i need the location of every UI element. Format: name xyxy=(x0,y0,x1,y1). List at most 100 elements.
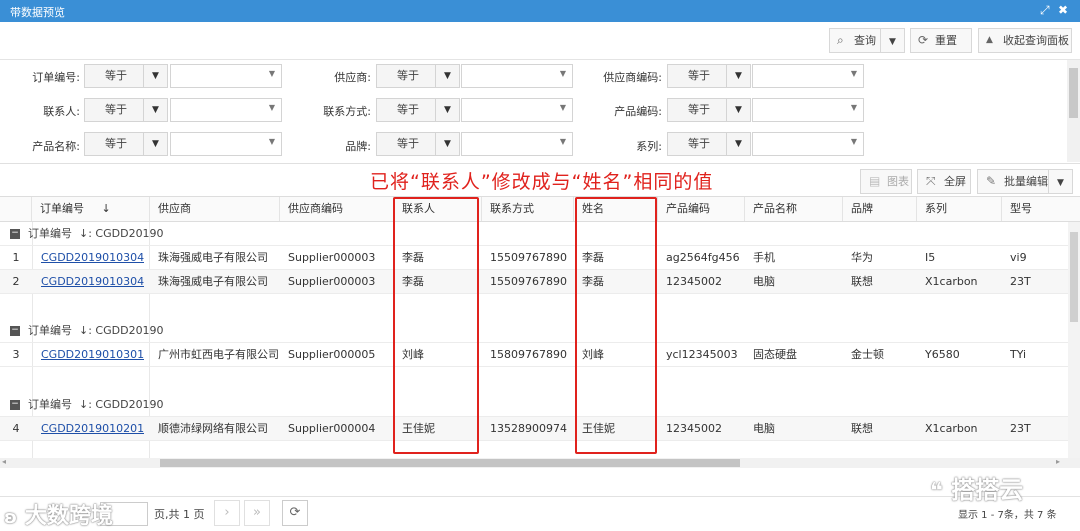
cell-brand: 金士顿 xyxy=(851,348,884,361)
fullscreen-label: 全屏 xyxy=(944,175,966,188)
chart-button[interactable]: ▤ 图表 xyxy=(860,169,912,194)
sort-desc-icon: ↓ xyxy=(101,202,111,215)
scroll-left-icon[interactable]: ◂ xyxy=(2,457,6,466)
filter-op-order[interactable]: 等于 ▼ xyxy=(84,64,168,88)
order-link-text[interactable]: CGDD2019010301 xyxy=(41,348,144,361)
collapse-icon[interactable]: − xyxy=(10,400,20,410)
filter-op-supplier-code[interactable]: 等于 ▼ xyxy=(667,64,751,88)
batch-edit-label: 批量编辑 xyxy=(1004,175,1048,188)
col-header-product-name[interactable]: 产品名称 xyxy=(745,197,843,221)
col-header-supplier[interactable]: 供应商 xyxy=(150,197,280,221)
order-link-text[interactable]: CGDD2019010304 xyxy=(41,251,144,264)
table-row[interactable]: 3 CGDD2019010301 广州市虹西电子有限公司 Supplier000… xyxy=(0,343,1068,367)
col-header-phone[interactable]: 联系方式 xyxy=(482,197,574,221)
col-header-model[interactable]: 型号 xyxy=(1002,197,1068,221)
batch-edit-dropdown-button[interactable]: ▼ xyxy=(1048,169,1073,194)
collapse-icon[interactable]: − xyxy=(10,326,20,336)
group-row[interactable]: − 订单编号 ↓: CGDD20190 xyxy=(0,319,1068,343)
reset-button[interactable]: ⟳ 重置 xyxy=(910,28,972,53)
filter-value-brand[interactable]: ▼ xyxy=(461,132,573,156)
cell-product-name: 电脑 xyxy=(753,422,775,435)
collapse-icon[interactable]: − xyxy=(10,229,20,239)
group-row[interactable]: − 订单编号 ↓: CGDD20190 xyxy=(0,393,1068,417)
fullscreen-button[interactable]: ⤧ 全屏 xyxy=(917,169,971,194)
next-page-button[interactable]: › xyxy=(214,500,240,526)
maximize-icon[interactable]: ⤢ xyxy=(1040,3,1050,18)
group-label: 订单编号 ↓: CGDD20190 xyxy=(28,393,164,417)
cell-brand: 华为 xyxy=(851,251,873,264)
cell-supplier-code: Supplier000003 xyxy=(288,251,376,264)
filter-op-value: 等于 xyxy=(397,103,419,116)
grid-horizontal-scrollbar[interactable]: ◂ ▸ xyxy=(0,457,1080,468)
filter-op-supplier[interactable]: 等于 ▼ xyxy=(376,64,460,88)
order-link[interactable]: CGDD2019010201 xyxy=(41,417,144,441)
collapse-panel-button[interactable]: ▲ 收起查询面板 xyxy=(978,28,1072,53)
filter-value-contact[interactable]: ▼ xyxy=(170,98,282,122)
edit-icon: ✎ xyxy=(986,174,997,188)
order-link[interactable]: CGDD2019010304 xyxy=(41,270,144,294)
order-link-text[interactable]: CGDD2019010201 xyxy=(41,422,144,435)
filter-op-series[interactable]: 等于 ▼ xyxy=(667,132,751,156)
watermark-left: ʚ 大数跨境 xyxy=(4,498,113,530)
last-page-button[interactable]: » xyxy=(244,500,270,526)
filter-value-series[interactable]: ▼ xyxy=(752,132,864,156)
refresh-button[interactable]: ⟳ xyxy=(282,500,308,526)
caret-down-icon: ▼ xyxy=(559,103,566,112)
caret-down-icon: ▼ xyxy=(559,137,566,146)
chart-label: 图表 xyxy=(887,175,909,188)
filter-value-phone[interactable]: ▼ xyxy=(461,98,573,122)
grid-vertical-scrollbar[interactable] xyxy=(1068,222,1080,458)
batch-edit-button[interactable]: ✎ 批量编辑 xyxy=(977,169,1049,194)
filter-op-phone[interactable]: 等于 ▼ xyxy=(376,98,460,122)
col-header-supplier-code[interactable]: 供应商编码 xyxy=(280,197,394,221)
refresh-icon: ⟳ xyxy=(289,505,301,520)
col-header-brand[interactable]: 品牌 xyxy=(843,197,917,221)
cell-supplier: 珠海强威电子有限公司 xyxy=(158,275,268,288)
query-dropdown-button[interactable]: ▼ xyxy=(880,28,905,53)
row-number: 1 xyxy=(12,251,20,264)
table-row[interactable]: 2 CGDD2019010304 珠海强威电子有限公司 Supplier0000… xyxy=(0,270,1068,294)
chevron-up-icon: ▲ xyxy=(986,35,993,45)
filter-op-value: 等于 xyxy=(688,137,710,150)
filter-value-supplier[interactable]: ▼ xyxy=(461,64,573,88)
filter-value-supplier-code[interactable]: ▼ xyxy=(752,64,864,88)
cell-model: vi9 xyxy=(1010,251,1027,264)
cell-series: I5 xyxy=(925,251,936,264)
col-header-series[interactable]: 系列 xyxy=(917,197,1002,221)
filter-op-brand[interactable]: 等于 ▼ xyxy=(376,132,460,156)
col-header-order[interactable]: 订单编号 ↓ xyxy=(32,197,150,221)
group-row[interactable]: − 订单编号 ↓: CGDD20190 xyxy=(0,222,1068,246)
scroll-right-icon[interactable]: ▸ xyxy=(1056,457,1060,466)
scrollbar-thumb[interactable] xyxy=(160,459,740,467)
filter-form: 订单编号: 等于 ▼ ▼ 供应商: 等于 ▼ ▼ 供应商编码: 等于 ▼ ▼ 联系人:… xyxy=(0,60,1067,162)
filter-value-order[interactable]: ▼ xyxy=(170,64,282,88)
cell-supplier-code: Supplier000003 xyxy=(288,275,376,288)
cell-series: Y6580 xyxy=(925,348,960,361)
col-header-product-code[interactable]: 产品编码 xyxy=(658,197,745,221)
table-row[interactable]: 1 CGDD2019010304 珠海强威电子有限公司 Supplier0000… xyxy=(0,246,1068,270)
cell-series: X1carbon xyxy=(925,422,978,435)
cell-brand: 联想 xyxy=(851,422,873,435)
filter-scrollbar[interactable] xyxy=(1067,60,1080,162)
caret-down-icon: ▼ xyxy=(726,99,750,121)
filter-value-product-code[interactable]: ▼ xyxy=(752,98,864,122)
filter-op-contact[interactable]: 等于 ▼ xyxy=(84,98,168,122)
scrollbar-thumb[interactable] xyxy=(1069,68,1078,118)
contact-column-highlight xyxy=(393,197,479,454)
cell-supplier-code: Supplier000005 xyxy=(288,348,376,361)
filter-op-product-name[interactable]: 等于 ▼ xyxy=(84,132,168,156)
table-row[interactable]: 4 CGDD2019010201 顺德沛绿网络有限公司 Supplier0000… xyxy=(0,417,1068,441)
order-link[interactable]: CGDD2019010304 xyxy=(41,246,144,270)
cell-model: 23T xyxy=(1010,422,1031,435)
caret-down-icon: ▼ xyxy=(268,103,275,112)
filter-op-product-code[interactable]: 等于 ▼ xyxy=(667,98,751,122)
filter-value-product-name[interactable]: ▼ xyxy=(170,132,282,156)
grid-header: 订单编号 ↓ 供应商 供应商编码 联系人 联系方式 姓名 产品编码 产品名称 品… xyxy=(0,196,1080,222)
reset-label: 重置 xyxy=(935,34,957,47)
order-link[interactable]: CGDD2019010301 xyxy=(41,343,144,367)
order-link-text[interactable]: CGDD2019010304 xyxy=(41,275,144,288)
cell-supplier: 广州市虹西电子有限公司 xyxy=(158,348,279,361)
annotation-text: 已将“联系人”修改成与“姓名”相同的值 xyxy=(370,171,714,193)
close-icon[interactable]: ✖ xyxy=(1058,3,1068,17)
scrollbar-thumb[interactable] xyxy=(1070,232,1078,322)
